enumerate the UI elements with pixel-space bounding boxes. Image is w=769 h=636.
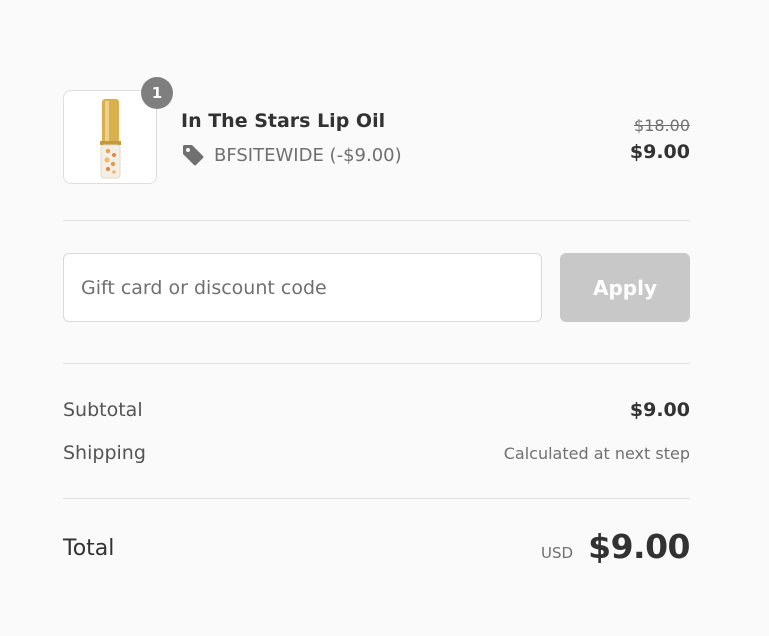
quantity-badge: 1 — [141, 77, 173, 109]
total-label: Total — [63, 536, 115, 561]
apply-button[interactable]: Apply — [560, 253, 690, 322]
discounted-price: $9.00 — [629, 141, 690, 163]
subtotal-value: $9.00 — [629, 399, 690, 421]
divider — [63, 363, 690, 364]
tag-icon — [181, 143, 205, 167]
product-line-item: 1 In The Stars Lip Oil BFSITEWIDE (-$9.0… — [63, 77, 690, 186]
lip-oil-bottle-image — [100, 99, 121, 179]
divider — [63, 498, 690, 499]
total-amount: USD $9.00 — [541, 527, 690, 566]
discount-code-input[interactable] — [63, 253, 542, 322]
total-value: $9.00 — [588, 527, 690, 566]
shipping-value: Calculated at next step — [503, 444, 690, 463]
original-price: $18.00 — [634, 116, 690, 135]
product-thumbnail — [63, 90, 157, 184]
currency-code: USD — [541, 544, 574, 562]
discount-code-text: BFSITEWIDE (-$9.00) — [214, 144, 402, 166]
subtotal-label: Subtotal — [63, 399, 143, 421]
applied-discount: BFSITEWIDE (-$9.00) — [181, 143, 402, 167]
shipping-label: Shipping — [63, 442, 146, 464]
divider — [63, 220, 690, 221]
product-name: In The Stars Lip Oil — [181, 110, 386, 132]
